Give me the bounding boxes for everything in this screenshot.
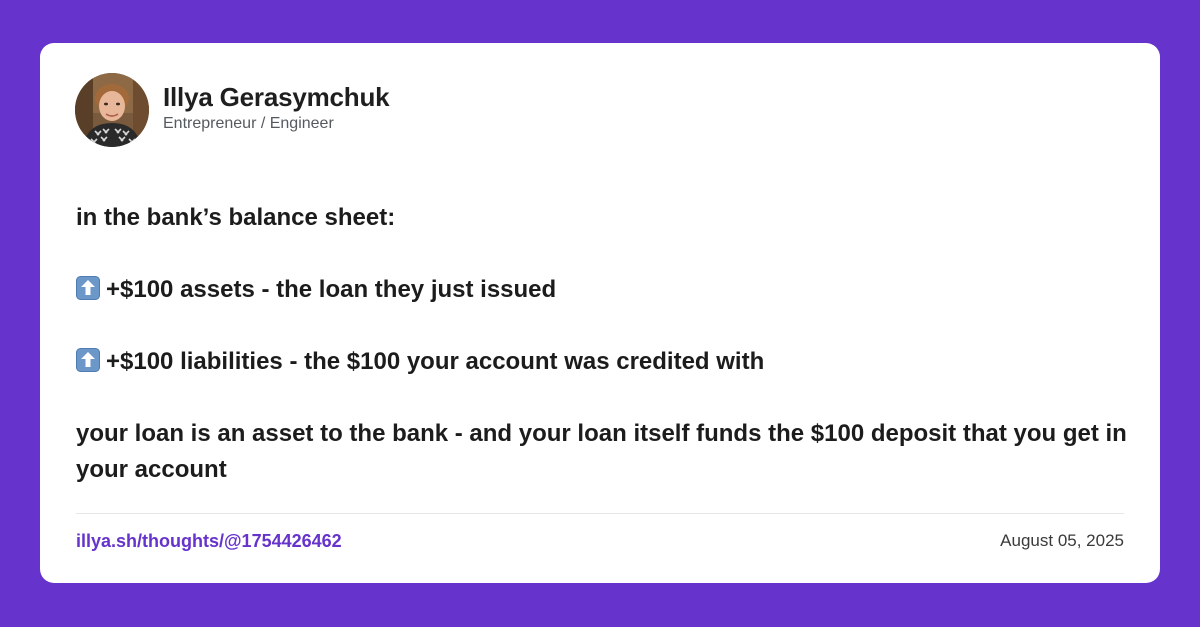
post-item: +$100 liabilities - the $100 your accoun… [76, 344, 1136, 380]
author-info: Illya Gerasymchuk Entrepreneur / Enginee… [163, 81, 390, 135]
post-item: +$100 assets - the loan they just issued [76, 272, 1136, 308]
post-date: August 05, 2025 [1000, 531, 1124, 550]
post-conclusion: your loan is an asset to the bank - and … [76, 420, 1127, 483]
post-footer: illya.sh/thoughts/@1754426462 August 05,… [76, 513, 1124, 568]
post-item-text: +$100 liabilities - the $100 your accoun… [106, 348, 765, 375]
post-card: Illya Gerasymchuk Entrepreneur / Enginee… [40, 43, 1160, 583]
post-body: in the bank’s balance sheet: +$100 asset… [76, 200, 1136, 488]
author-role: Entrepreneur / Engineer [163, 115, 334, 132]
author-header: Illya Gerasymchuk Entrepreneur / Enginee… [75, 73, 390, 147]
post-item-text: +$100 assets - the loan they just issued [106, 276, 557, 303]
post-intro: in the bank’s balance sheet: [76, 204, 396, 231]
post-permalink[interactable]: illya.sh/thoughts/@1754426462 [76, 531, 342, 552]
avatar[interactable] [75, 73, 149, 147]
up-arrow-icon [76, 275, 100, 300]
up-arrow-icon [76, 347, 100, 372]
author-name[interactable]: Illya Gerasymchuk [163, 81, 390, 113]
